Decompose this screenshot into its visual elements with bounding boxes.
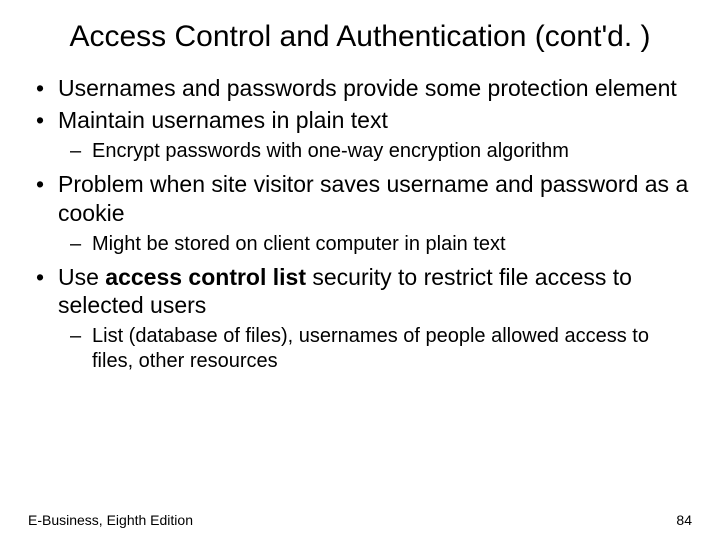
sub-bullet-list: List (database of files), usernames of p… bbox=[58, 324, 692, 374]
sub-bullet-text: List (database of files), usernames of p… bbox=[92, 325, 649, 372]
bullet-item: Problem when site visitor saves username… bbox=[58, 170, 692, 257]
sub-bullet-list: Might be stored on client computer in pl… bbox=[58, 232, 692, 257]
footer-source: E-Business, Eighth Edition bbox=[28, 512, 193, 528]
bullet-text: Maintain usernames in plain text bbox=[58, 107, 388, 133]
bullet-item: Maintain usernames in plain text Encrypt… bbox=[58, 106, 692, 164]
slide: Access Control and Authentication (cont'… bbox=[0, 0, 720, 540]
slide-footer: E-Business, Eighth Edition 84 bbox=[28, 512, 692, 528]
sub-bullet-text: Encrypt passwords with one-way encryptio… bbox=[92, 140, 569, 162]
sub-bullet-item: List (database of files), usernames of p… bbox=[92, 324, 692, 374]
sub-bullet-item: Might be stored on client computer in pl… bbox=[92, 232, 692, 257]
slide-number: 84 bbox=[676, 512, 692, 528]
bullet-text-prefix: Use bbox=[58, 264, 105, 290]
bullet-text: Problem when site visitor saves username… bbox=[58, 171, 688, 226]
sub-bullet-text: Might be stored on client computer in pl… bbox=[92, 233, 506, 255]
bullet-item: Usernames and passwords provide some pro… bbox=[58, 74, 692, 103]
bullet-item: Use access control list security to rest… bbox=[58, 263, 692, 375]
bullet-list: Usernames and passwords provide some pro… bbox=[28, 74, 692, 375]
bullet-text-bold: access control list bbox=[105, 264, 306, 290]
bullet-text: Usernames and passwords provide some pro… bbox=[58, 75, 677, 101]
sub-bullet-item: Encrypt passwords with one-way encryptio… bbox=[92, 139, 692, 164]
slide-title: Access Control and Authentication (cont'… bbox=[28, 18, 692, 56]
sub-bullet-list: Encrypt passwords with one-way encryptio… bbox=[58, 139, 692, 164]
